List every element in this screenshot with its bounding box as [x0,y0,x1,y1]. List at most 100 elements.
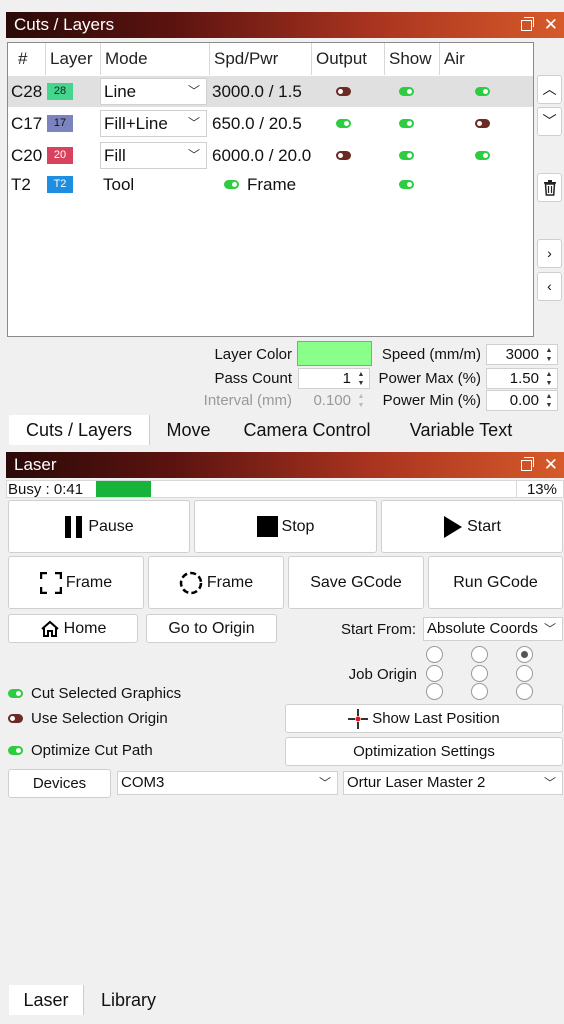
table-row[interactable]: T2 T2 Tool Frame [8,169,533,200]
tab-library[interactable]: Library [84,985,173,1015]
cut-selected-toggle[interactable] [8,689,23,698]
float-window-icon[interactable] [520,16,534,31]
save-gcode-button[interactable]: Save GCode [288,556,424,609]
col-header-number[interactable]: # [8,43,46,75]
layer-color-swatch[interactable]: 20 [47,147,73,164]
top-tabbar: Cuts / Layers Move Camera Control Variab… [0,415,564,445]
devices-button[interactable]: Devices [8,769,111,798]
layer-color-swatch[interactable]: T2 [47,176,73,193]
layer-color-swatch[interactable]: 17 [47,115,73,132]
show-toggle[interactable] [399,119,414,128]
origin-radio-top-center[interactable] [471,646,488,663]
origin-radio-bottom-center[interactable] [471,683,488,700]
home-button[interactable]: Home [8,614,138,643]
start-from-value: Absolute Coords [427,620,538,637]
mode-value: Fill [104,146,126,165]
power-max-input[interactable]: 1.50 ▲ ▼ [486,368,558,389]
col-header-show[interactable]: Show [385,43,440,75]
output-toggle[interactable] [224,180,239,189]
mode-value: Line [104,82,137,101]
col-header-layer[interactable]: Layer [46,43,101,75]
pass-count-input[interactable]: 1 ▲ ▼ [298,368,370,389]
expand-right-button[interactable]: › [537,239,562,268]
power-min-input[interactable]: 0.00 ▲ ▼ [486,390,558,411]
show-toggle[interactable] [399,151,414,160]
tab-camera-control[interactable]: Camera Control [227,415,387,445]
output-toggle[interactable] [336,87,351,96]
job-progress-bar: Busy : 0:41 13% [6,480,564,498]
optimization-settings-button[interactable]: Optimization Settings [285,737,563,766]
stop-button[interactable]: Stop [194,500,377,553]
device-select[interactable]: Ortur Laser Master 2 ﹀ [343,771,563,795]
air-toggle[interactable] [475,151,490,160]
origin-radio-top-left[interactable] [426,646,443,663]
col-header-output[interactable]: Output [312,43,385,75]
show-last-position-button[interactable]: Show Last Position [285,704,563,733]
port-select[interactable]: COM3 ﹀ [117,771,338,795]
spin-arrows-icon[interactable]: ▲ ▼ [543,370,555,388]
frame-circle-button[interactable]: Frame [148,556,284,609]
cuts-layers-title: Cuts / Layers [14,15,115,34]
col-header-spdpwr[interactable]: Spd/Pwr [210,43,312,75]
progress-fill [96,481,151,497]
float-window-icon[interactable] [520,456,534,471]
spin-arrows-icon[interactable]: ▲ ▼ [543,346,555,364]
move-layer-up-button[interactable]: ︿ [537,75,562,104]
col-header-air[interactable]: Air [440,43,533,75]
tab-move[interactable]: Move [150,415,227,445]
stop-icon [256,516,278,537]
show-toggle[interactable] [399,87,414,96]
table-row[interactable]: C20 20 Fill ﹀ 6000.0 / 20.0 [8,140,533,171]
close-icon[interactable]: ✕ [544,12,558,38]
start-label: Start [467,517,501,535]
use-selection-origin-toggle[interactable] [8,714,23,723]
output-toggle[interactable] [336,151,351,160]
move-layer-down-button[interactable]: ﹀ [537,107,562,136]
tab-cuts-layers[interactable]: Cuts / Layers [9,415,150,445]
origin-radio-middle-left[interactable] [426,665,443,682]
start-from-select[interactable]: Absolute Coords ﹀ [423,617,563,641]
table-row[interactable]: C28 28 Line ﹀ 3000.0 / 1.5 [8,76,533,107]
frame-rect-button[interactable]: Frame [8,556,144,609]
origin-radio-bottom-right[interactable] [516,683,533,700]
power-min-label: Power Min (%) [382,392,481,409]
go-to-origin-button[interactable]: Go to Origin [146,614,277,643]
speed-input[interactable]: 3000 ▲ ▼ [486,344,558,365]
layer-color-button[interactable] [297,341,372,366]
layer-color-swatch[interactable]: 28 [47,83,73,100]
table-row[interactable]: C17 17 Fill+Line ﹀ 650.0 / 20.5 [8,108,533,139]
run-gcode-button[interactable]: Run GCode [428,556,563,609]
mode-select[interactable]: Fill ﹀ [100,142,207,169]
origin-radio-bottom-left[interactable] [426,683,443,700]
origin-radio-center[interactable] [471,665,488,682]
mode-select[interactable]: Fill+Line ﹀ [100,110,207,137]
collapse-left-button[interactable]: ‹ [537,272,562,301]
origin-radio-top-right[interactable] [516,646,533,663]
start-button[interactable]: Start [381,500,563,553]
air-toggle[interactable] [475,87,490,96]
close-icon[interactable]: ✕ [544,452,558,478]
col-header-mode[interactable]: Mode [101,43,210,75]
show-toggle[interactable] [399,180,414,189]
pause-button[interactable]: Pause [8,500,190,553]
origin-radio-middle-right[interactable] [516,665,533,682]
optimize-cut-path-label: Optimize Cut Path [31,742,153,759]
output-toggle[interactable] [336,119,351,128]
air-toggle[interactable] [475,119,490,128]
start-from-label: Start From: [340,621,416,638]
tab-variable-text[interactable]: Variable Text [387,415,535,445]
device-value: Ortur Laser Master 2 [347,774,486,791]
spin-arrows-icon[interactable]: ▲ ▼ [543,392,555,410]
optimize-cut-path-toggle[interactable] [8,746,23,755]
delete-layer-button[interactable] [537,173,562,202]
interval-value: 0.100 [313,392,351,409]
interval-input[interactable]: 0.100 ▲ ▼ [298,390,370,411]
frame-rect-label: Frame [65,573,113,591]
tab-laser[interactable]: Laser [9,985,84,1015]
spin-arrows-icon[interactable]: ▲ ▼ [355,370,367,388]
pass-count-label: Pass Count [214,370,292,387]
cut-selected-label: Cut Selected Graphics [31,685,182,702]
chevron-left-icon: ‹ [547,278,552,294]
mode-select[interactable]: Line ﹀ [100,78,207,105]
spin-arrows-icon[interactable]: ▲ ▼ [355,392,367,410]
